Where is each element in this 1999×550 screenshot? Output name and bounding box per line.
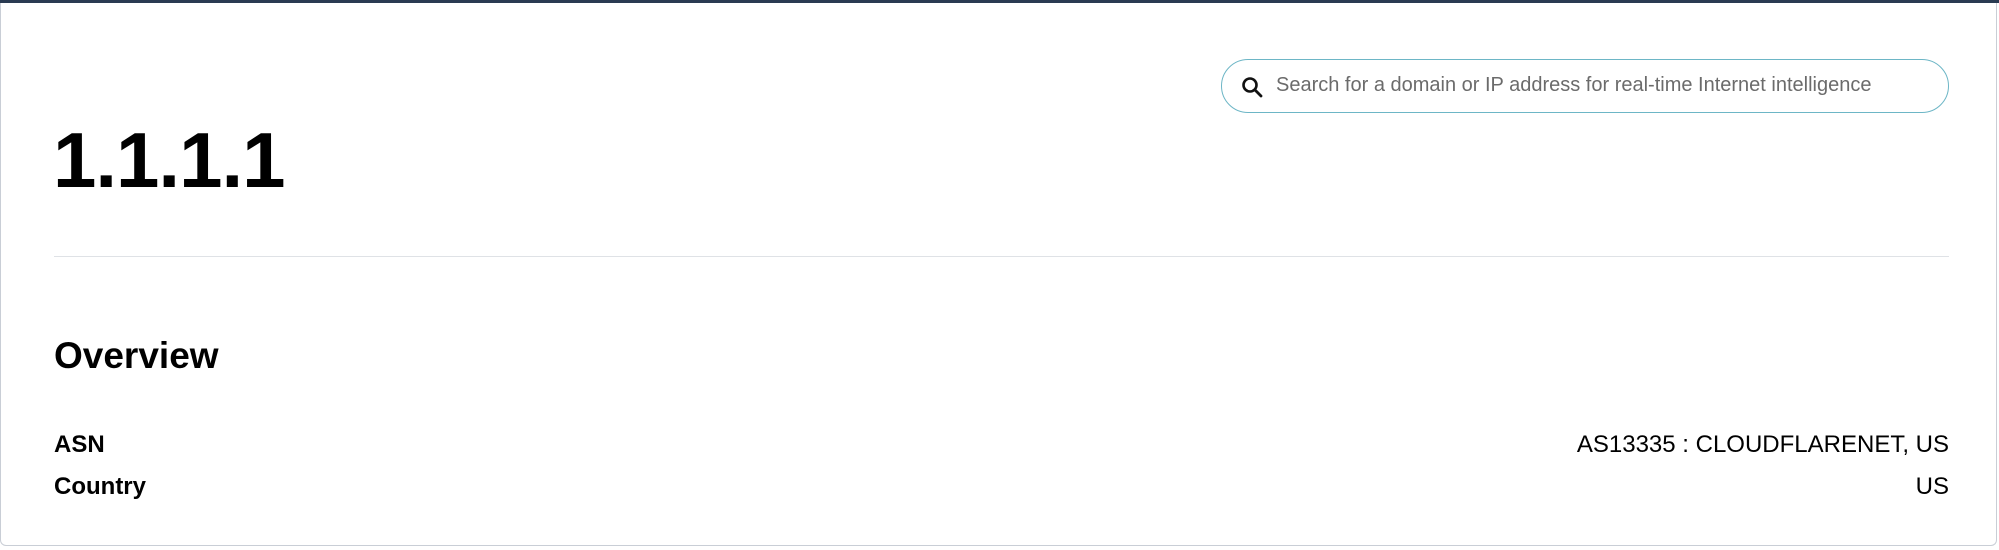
- search-icon[interactable]: [1240, 75, 1264, 99]
- country-value: US: [1915, 473, 1949, 500]
- overview-row-asn: ASN AS13335 : CLOUDFLARENET, US: [54, 429, 1949, 461]
- country-label: Country: [54, 473, 146, 500]
- overview-row-country: Country US: [54, 471, 1949, 503]
- ip-details-panel: 1.1.1.1 Overview ASN AS13335 : CLOUDFLAR…: [0, 3, 1997, 546]
- asn-value: AS13335 : CLOUDFLARENET, US: [1576, 431, 1949, 458]
- asn-label: ASN: [54, 431, 105, 458]
- page-title: 1.1.1.1: [53, 116, 286, 204]
- search-bar[interactable]: [1221, 59, 1949, 113]
- search-input[interactable]: [1276, 60, 1936, 111]
- overview-heading: Overview: [54, 335, 219, 376]
- divider: [54, 256, 1949, 257]
